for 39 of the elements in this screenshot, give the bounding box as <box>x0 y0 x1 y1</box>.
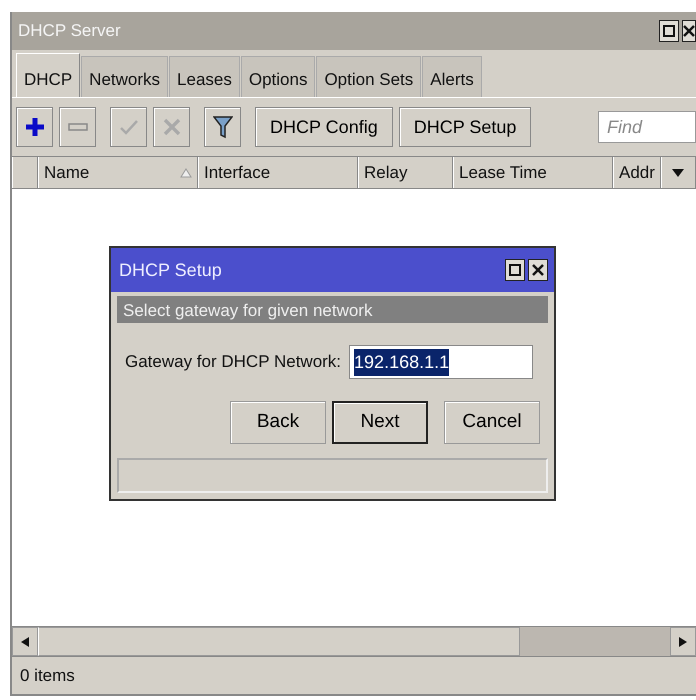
plus-icon <box>24 117 44 137</box>
maximize-icon <box>663 25 675 37</box>
scrollbar-thumb[interactable] <box>38 627 520 656</box>
filter-icon <box>212 115 232 139</box>
close-icon <box>532 264 544 276</box>
scroll-left-button[interactable] <box>12 627 38 656</box>
dropdown-arrow-icon <box>671 168 686 178</box>
close-button[interactable] <box>528 259 548 281</box>
dialog-button[interactable]: Cancel <box>444 401 540 444</box>
status-text: 0 items <box>20 666 75 685</box>
cross-icon <box>162 118 180 136</box>
tab[interactable]: DHCP <box>16 53 80 97</box>
tab[interactable]: Option Sets <box>316 56 422 97</box>
minus-icon <box>68 123 88 131</box>
find-field[interactable]: Find <box>598 111 696 143</box>
toolbar-button[interactable] <box>204 107 241 147</box>
toolbar-button[interactable]: DHCP Config <box>255 107 393 147</box>
checkmark-icon <box>118 118 138 136</box>
tab[interactable]: Alerts <box>422 56 482 97</box>
maximize-button[interactable] <box>505 259 525 281</box>
toolbar-button[interactable] <box>16 107 53 147</box>
prompt-text: Select gateway for given network <box>117 296 548 323</box>
maximize-icon <box>509 264 521 276</box>
dialog-button[interactable]: Next <box>332 401 428 444</box>
dialog-button[interactable]: Back <box>230 401 326 444</box>
right-arrow-icon <box>678 636 688 648</box>
field-label: Gateway for DHCP Network: <box>125 351 342 374</box>
close-button[interactable] <box>682 20 696 42</box>
dialog-title: DHCP Setup <box>119 258 222 282</box>
tab[interactable]: Networks <box>81 56 168 97</box>
gateway-field[interactable]: 192.168.1.1 <box>349 345 534 379</box>
maximize-button[interactable] <box>659 20 679 42</box>
close-icon <box>683 25 695 37</box>
tab[interactable]: Options <box>240 56 316 97</box>
left-arrow-icon <box>20 636 30 648</box>
tab[interactable]: Leases <box>169 56 240 97</box>
toolbar-button[interactable]: DHCP Setup <box>398 107 532 147</box>
scroll-right-button[interactable] <box>670 627 696 656</box>
window-title: DHCP Server <box>18 20 121 42</box>
